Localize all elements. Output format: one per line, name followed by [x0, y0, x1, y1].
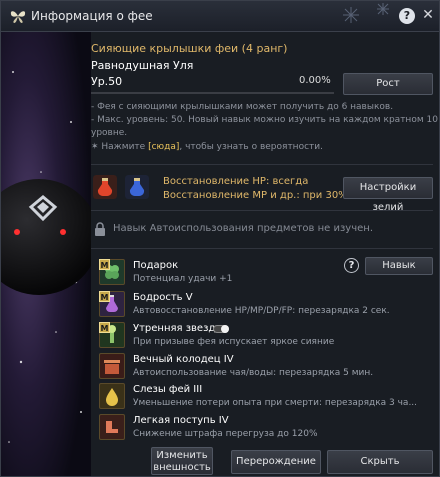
skill-name: Бодрость V [133, 292, 193, 303]
fairy-portrait [1, 32, 91, 476]
auto-use-not-learned: Навык Автоиспользования предметов не изу… [113, 223, 374, 234]
info-line-1: - Фея с сияющими крылышками может получи… [91, 102, 394, 112]
probability-link[interactable]: [сюда] [148, 142, 179, 152]
skill-icon-eternal-well[interactable] [99, 353, 125, 379]
hint-suffix: , чтобы узнать о вероятности. [179, 142, 323, 152]
skill-icon-vigor[interactable]: M [99, 291, 125, 317]
skill-icon-morning-star[interactable]: M [99, 322, 125, 348]
fairy-grade-name: Сияющие крылышки феи (4 ранг) [91, 42, 288, 55]
mastered-badge: M [99, 259, 110, 270]
morning-star-toggle[interactable] [213, 325, 229, 333]
hp-recovery-text: Восстановление HP: всегда [163, 176, 309, 187]
mastered-badge: M [99, 322, 110, 333]
potion-settings-button[interactable]: Настройки зелий [343, 177, 433, 213]
window-title: Информация о фее [31, 9, 153, 23]
light-step-icon [106, 421, 118, 433]
divider [91, 164, 433, 165]
grow-button[interactable]: Рост [343, 73, 433, 95]
skill-desc: При призыве фея испускает яркое сияние [133, 337, 335, 347]
fairy-info-window: Информация о фее ? ✕ Сияющие крылышки фе… [0, 0, 440, 477]
hp-potion-icon[interactable] [93, 175, 117, 199]
exp-bar [91, 92, 334, 94]
title-bar[interactable]: Информация о фее ? ✕ [1, 1, 439, 32]
window-help-button[interactable]: ? [399, 8, 415, 24]
toggle-knob [221, 325, 229, 333]
skill-name: Легкая поступь IV [133, 415, 229, 426]
mastered-badge: M [99, 291, 110, 302]
well-icon [104, 360, 120, 374]
skill-name: Подарок [133, 260, 179, 271]
skill-name: Вечный колодец IV [133, 354, 234, 365]
info-line-3: уровне. [91, 128, 128, 138]
divider [91, 210, 433, 211]
fairy-info-panel: Сияющие крылышки феи (4 ранг) Равнодушна… [91, 32, 439, 476]
fairy-tears-icon [106, 388, 118, 406]
skill-name: Слезы фей III [133, 384, 203, 395]
probability-hint: ✶ Нажмите [сюда], чтобы узнать о вероятн… [91, 142, 323, 152]
butterfly-icon [10, 11, 26, 23]
change-appearance-line1: Изменить [156, 450, 208, 461]
skill-desc: Уменьшение потери опыта при смерти: пере… [133, 398, 418, 408]
skill-button[interactable]: Навык [365, 257, 433, 275]
skill-icon-gift[interactable]: M [99, 259, 125, 285]
fairy-nickname: Равнодушная Уля [91, 59, 194, 72]
hide-button[interactable]: Скрыть [327, 450, 433, 474]
divider [91, 248, 433, 249]
mp-potion-icon[interactable] [125, 175, 149, 199]
fairy-level: Ур.50 [91, 75, 123, 88]
skill-desc: Снижение штрафа перегруза до 120% [133, 429, 318, 439]
skill-icon-light-step[interactable] [99, 414, 125, 440]
change-appearance-button[interactable]: Изменить внешность [151, 447, 213, 475]
rebirth-button[interactable]: Перерождение [231, 450, 321, 474]
mp-recovery-text: Восстановление MP и др.: при 30% [163, 190, 348, 201]
skill-desc: Автоиспользование чая/воды: перезарядка … [133, 368, 374, 378]
change-appearance-line2: внешность [153, 462, 211, 473]
skill-icon-fairy-tears[interactable] [99, 383, 125, 409]
exp-percent: 0.00% [299, 75, 331, 86]
skill-desc: Автовосстановление HP/MP/DP/FP: перезаря… [133, 306, 390, 316]
info-line-2: - Макс. уровень: 50. Новый навык можно и… [91, 115, 438, 125]
skills-help-icon[interactable]: ? [344, 258, 359, 273]
hint-prefix: ✶ Нажмите [91, 142, 149, 152]
close-icon[interactable]: ✕ [419, 6, 437, 24]
lock-icon [95, 222, 105, 236]
skill-name: Утренняя звезда [133, 323, 222, 334]
skill-desc: Потенциал удачи +1 [133, 274, 233, 284]
